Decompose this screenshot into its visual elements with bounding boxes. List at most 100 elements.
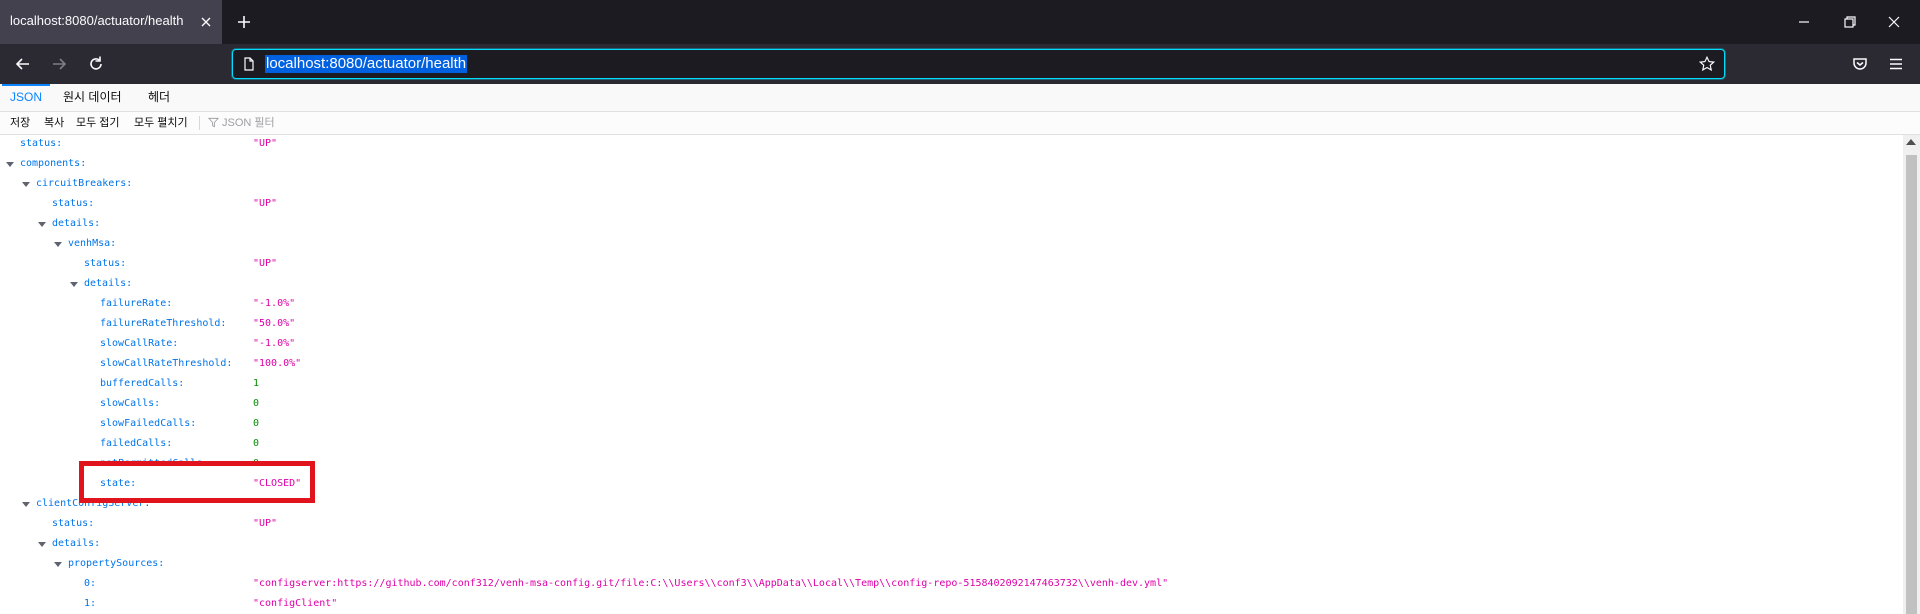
tree-row: failureRateThreshold: "50.0%" (0, 315, 1902, 335)
tree-row: failedCalls: 0 (0, 435, 1902, 455)
expand-triangle-icon[interactable] (22, 502, 30, 507)
tree-value: "UP" (253, 198, 278, 209)
url-text[interactable]: localhost:8080/actuator/health (265, 55, 468, 73)
expand-triangle-icon[interactable] (54, 242, 62, 247)
tree-key: status: (52, 518, 95, 529)
tree-key: slowCalls: (100, 398, 161, 409)
tree-value: 0 (253, 418, 260, 429)
tree-value: "configClient" (253, 598, 338, 609)
filter-placeholder: JSON 필터 (222, 117, 275, 129)
json-toolbar: 저장 복사 모두 접기 모두 펼치기 JSON 필터 (0, 112, 1920, 135)
pocket-icon[interactable] (1850, 54, 1870, 74)
toolbar-divider (199, 116, 200, 130)
tree-row: slowCallRate: "-1.0%" (0, 335, 1902, 355)
expand-triangle-icon[interactable] (38, 222, 46, 227)
tree-row[interactable]: details: (0, 275, 1902, 295)
bookmark-star-icon[interactable] (1698, 55, 1716, 73)
expand-triangle-icon[interactable] (38, 542, 46, 547)
tree-key: details: (52, 218, 101, 229)
json-filter-input[interactable]: JSON 필터 (208, 112, 275, 134)
tree-value: "UP" (253, 518, 278, 529)
tree-key: slowFailedCalls: (100, 418, 197, 429)
back-arrow-icon[interactable] (13, 54, 33, 74)
tree-row: 1: "configClient" (0, 595, 1902, 614)
tree-value: 1 (253, 378, 260, 389)
tree-value: "UP" (253, 258, 278, 269)
tree-key: components: (20, 158, 87, 169)
scroll-thumb[interactable] (1906, 155, 1917, 614)
tab-strip: localhost:8080/actuator/health (0, 0, 1920, 44)
tree-value: "50.0%" (253, 318, 296, 329)
expand-triangle-icon[interactable] (54, 562, 62, 567)
tree-value: "100.0%" (253, 358, 302, 369)
window-close-icon[interactable] (1884, 12, 1904, 32)
minimize-icon[interactable] (1794, 12, 1814, 32)
tab-headers[interactable]: 헤더 (140, 84, 178, 111)
tree-key: slowCallRateThreshold: (100, 358, 233, 369)
tree-key: details: (84, 278, 133, 289)
highlight-annotation-box (79, 461, 315, 503)
tree-row[interactable]: details: (0, 215, 1902, 235)
tree-key: bufferedCalls: (100, 378, 185, 389)
tree-row[interactable]: venhMsa: (0, 235, 1902, 255)
tree-value: 0 (253, 398, 260, 409)
tree-row: status: "UP" (0, 515, 1902, 535)
expand-all-button[interactable]: 모두 펼치기 (134, 112, 188, 134)
tree-key: circuitBreakers: (36, 178, 133, 189)
expand-triangle-icon[interactable] (70, 282, 78, 287)
scroll-up-arrow-icon[interactable] (1906, 139, 1916, 145)
close-icon[interactable] (198, 14, 214, 30)
browser-tab-active[interactable]: localhost:8080/actuator/health (0, 0, 222, 44)
tree-row[interactable]: propertySources: (0, 555, 1902, 575)
tree-row: status: "UP" (0, 195, 1902, 215)
plus-icon[interactable] (234, 12, 254, 32)
url-bar[interactable]: localhost:8080/actuator/health (232, 49, 1725, 79)
tree-value: "configserver:https://github.com/conf312… (253, 578, 1169, 589)
tree-row[interactable]: details: (0, 535, 1902, 555)
tree-key: failureRate: (100, 298, 173, 309)
tree-row: status: "UP" (0, 255, 1902, 275)
tree-key: propertySources: (68, 558, 165, 569)
tree-value: "UP" (253, 138, 278, 149)
collapse-all-button[interactable]: 모두 접기 (76, 112, 120, 134)
tree-key: failureRateThreshold: (100, 318, 227, 329)
reload-icon[interactable] (86, 54, 106, 74)
tree-row: slowFailedCalls: 0 (0, 415, 1902, 435)
expand-triangle-icon[interactable] (6, 162, 14, 167)
forward-arrow-icon[interactable] (49, 54, 69, 74)
tab-json[interactable]: JSON (2, 84, 51, 111)
tree-key: status: (52, 198, 95, 209)
tree-row: bufferedCalls: 1 (0, 375, 1902, 395)
tree-key: slowCallRate: (100, 338, 179, 349)
tree-key: 1: (84, 598, 97, 609)
tab-title: localhost:8080/actuator/health (10, 13, 184, 28)
tree-row: slowCalls: 0 (0, 395, 1902, 415)
restore-icon[interactable] (1840, 12, 1860, 32)
tree-key: details: (52, 538, 101, 549)
navigation-bar: localhost:8080/actuator/health (0, 44, 1920, 84)
tree-row[interactable]: circuitBreakers: (0, 175, 1902, 195)
tree-value: "-1.0%" (253, 338, 296, 349)
filter-icon (208, 117, 219, 128)
tree-row: status: "UP" (0, 135, 1902, 155)
hamburger-menu-icon[interactable] (1886, 54, 1906, 74)
tree-row: 0: "configserver:https://github.com/conf3… (0, 575, 1902, 595)
tree-key: status: (84, 258, 127, 269)
tree-key: venhMsa: (68, 238, 117, 249)
tree-value: "-1.0%" (253, 298, 296, 309)
tab-raw-data[interactable]: 원시 데이터 (55, 84, 130, 111)
tree-key: failedCalls: (100, 438, 173, 449)
save-button[interactable]: 저장 (10, 112, 30, 134)
tree-row[interactable]: components: (0, 155, 1902, 175)
json-viewer-tabs: JSON 원시 데이터 헤더 (0, 84, 1920, 112)
json-tree: status: "UP" components: circuitBreakers: st… (0, 135, 1902, 614)
tree-row: failureRate: "-1.0%" (0, 295, 1902, 315)
tree-value: 0 (253, 438, 260, 449)
tree-row: slowCallRateThreshold: "100.0%" (0, 355, 1902, 375)
page-icon (244, 57, 254, 71)
copy-button[interactable]: 복사 (44, 112, 64, 134)
tree-key: status: (20, 138, 63, 149)
tree-key: 0: (84, 578, 97, 589)
vertical-scrollbar[interactable] (1903, 135, 1920, 614)
expand-triangle-icon[interactable] (22, 182, 30, 187)
